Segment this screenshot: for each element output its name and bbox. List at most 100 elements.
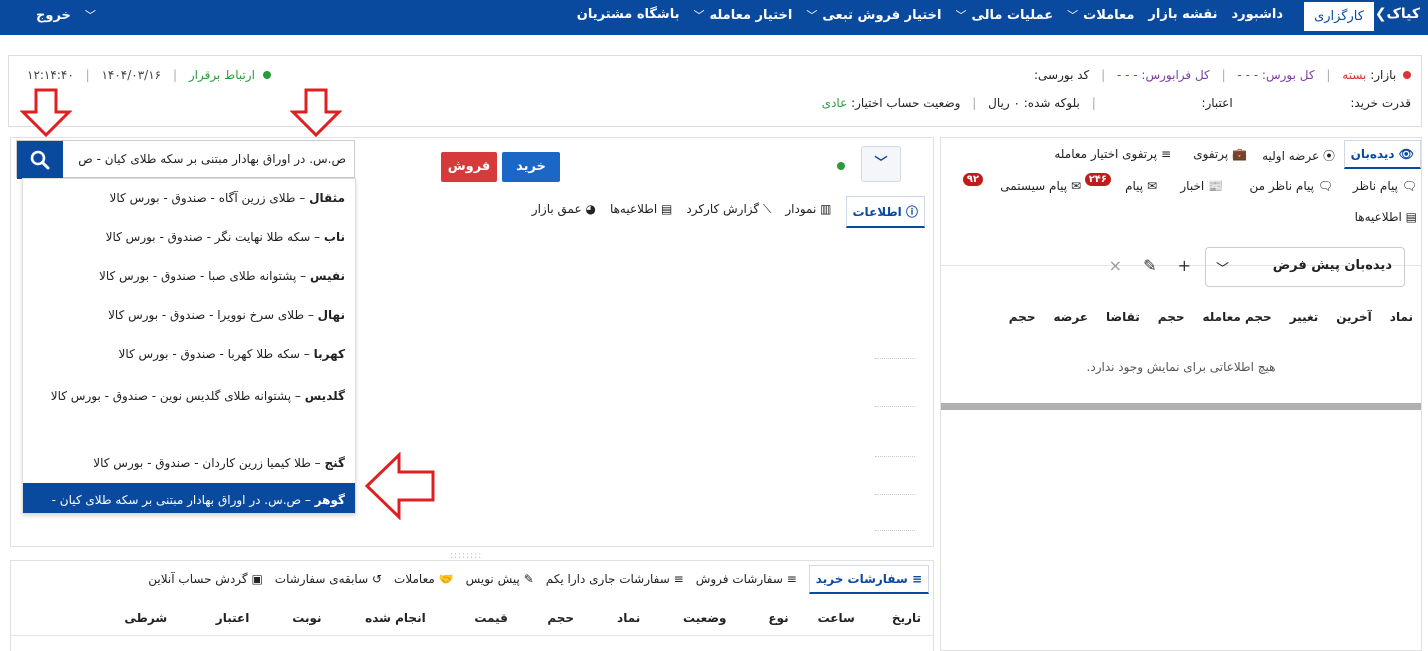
divider bbox=[11, 635, 933, 636]
col-ask[interactable]: عرضه bbox=[1053, 310, 1088, 324]
newspaper-icon: 📰 bbox=[1208, 179, 1223, 193]
system-badge: ۹۲ bbox=[962, 171, 983, 186]
horizontal-scrollbar[interactable] bbox=[941, 403, 1421, 410]
tab-trades-label: معاملات bbox=[394, 572, 435, 586]
tab-dara-orders-label: سفارشات جاری دارا یکم bbox=[545, 572, 670, 586]
col-price[interactable]: قیمت bbox=[430, 611, 508, 625]
eye-icon: 👁 bbox=[1398, 147, 1414, 161]
col-bid-volume[interactable]: حجم bbox=[1158, 310, 1185, 324]
tab-market-depth[interactable]: ◕ عمق بازار bbox=[532, 202, 596, 228]
market-value: بسته bbox=[1342, 68, 1367, 82]
search-result-item[interactable]: ناب – سکه طلا نهایت نگر - صندوق - بورس ک… bbox=[23, 218, 355, 257]
col-executed[interactable]: انجام شده bbox=[326, 611, 426, 625]
tab-order-history-label: سابقه‌ی سفارشات bbox=[274, 572, 369, 586]
tab-messages[interactable]: ✉ پیام bbox=[1125, 179, 1157, 193]
tab-dara-orders[interactable]: ≡ سفارشات جاری دارا یکم bbox=[546, 565, 684, 594]
search-result-item[interactable]: گنج – طلا کیمیا زرین کاردان - صندوق - بو… bbox=[23, 444, 355, 483]
exit-menu[interactable]: ﹀ خروج bbox=[36, 7, 96, 23]
nav-put-option[interactable]: اختیار فروش تبعی ﹀ bbox=[806, 7, 941, 23]
search-result-item[interactable]: نهال – طلای سرخ نوویرا - صندوق - بورس کا… bbox=[23, 296, 355, 335]
nav-club[interactable]: باشگاه مشتریان bbox=[577, 7, 680, 23]
tab-sell-orders[interactable]: ≡ سفارشات فروش bbox=[696, 565, 797, 594]
col-time[interactable]: ساعت bbox=[793, 611, 855, 625]
search-result-item[interactable]: گلدیس – پشتوانه طلای گلدیس نوین - صندوق … bbox=[23, 374, 355, 444]
tab-messages-label: پیام bbox=[1125, 179, 1144, 193]
orders-table-header: تاریخ ساعت نوع وضعیت نماد حجم قیمت انجام… bbox=[117, 611, 921, 625]
search-result-item-selected[interactable]: گوهر – ص.س. در اوراق بهادار مبتنی بر سکه… bbox=[23, 483, 355, 513]
tab-observer-messages[interactable]: 🗨 پیام ناظر من bbox=[1250, 179, 1333, 193]
tab-chart[interactable]: ▥ نمودار bbox=[785, 202, 831, 228]
col-validity[interactable]: اعتبار bbox=[171, 611, 250, 625]
nav-finance[interactable]: عملیات مالی ﹀ bbox=[955, 7, 1053, 23]
search-result-item[interactable]: نفیس – پشتوانه طلای صبا - صندوق - بورس ک… bbox=[23, 257, 355, 296]
col-ask-volume[interactable]: حجم bbox=[1009, 310, 1036, 324]
col-trade-volume[interactable]: حجم معامله bbox=[1203, 310, 1272, 324]
tab-observer-label: پیام ناظر bbox=[1352, 179, 1398, 193]
info-icon: ⓘ bbox=[905, 205, 918, 219]
list-icon: ≡ bbox=[673, 572, 684, 586]
tab-watchlist[interactable]: 👁 دیدەبان bbox=[1343, 140, 1421, 169]
col-date[interactable]: تاریخ bbox=[859, 611, 921, 625]
tab-info[interactable]: ⓘ اطلاعات bbox=[845, 196, 925, 228]
tab-trades[interactable]: 🤝 معاملات bbox=[394, 565, 454, 594]
tab-order-history[interactable]: ↺ سابقه‌ی سفارشات bbox=[275, 565, 382, 594]
chevron-down-icon: ﹀ bbox=[693, 9, 705, 22]
tab-portfolio[interactable]: 💼 پرتفوی bbox=[1193, 147, 1247, 161]
close-icon[interactable]: × bbox=[1109, 256, 1122, 275]
empty-message: هیچ اطلاعاتی برای نمایش وجود ندارد. bbox=[1086, 360, 1276, 374]
search-result-item[interactable]: مثقال – طلای زرین آگاه - صندوق - بورس کا… bbox=[23, 179, 355, 218]
tab-drafts[interactable]: ✎ پیش نویس bbox=[466, 565, 534, 594]
tab-performance[interactable]: ⟋ گزارش کارکرد bbox=[686, 202, 771, 228]
chevron-down-icon: ﹀ bbox=[1067, 9, 1079, 22]
col-volume[interactable]: حجم bbox=[512, 611, 574, 625]
tab-news[interactable]: 📰 اخبار bbox=[1180, 179, 1223, 193]
col-last[interactable]: آخرین bbox=[1336, 310, 1372, 324]
result-symbol: کهربا bbox=[313, 347, 345, 361]
search-results-dropdown: مثقال – طلای زرین آگاه - صندوق - بورس کا… bbox=[22, 178, 356, 514]
watchlist-table-header: نماد آخرین تغییر حجم معامله حجم تقاضا عر… bbox=[1009, 310, 1413, 324]
search-input[interactable] bbox=[63, 141, 354, 177]
tab-announcements[interactable]: ▤ اطلاعیه‌ها bbox=[1355, 210, 1417, 224]
tab-brokerage[interactable]: کارگزاری bbox=[1304, 2, 1374, 31]
col-bid[interactable]: تقاضا bbox=[1106, 310, 1140, 324]
brand-logo[interactable]: کیاک❯ bbox=[1375, 6, 1420, 22]
col-conditional[interactable]: شرطی bbox=[117, 611, 167, 625]
tab-drafts-label: پیش نویس bbox=[465, 572, 520, 586]
arrow-down-icon bbox=[290, 88, 342, 138]
buy-button[interactable]: خرید bbox=[502, 152, 560, 182]
pencil-icon[interactable]: ✎ bbox=[1143, 256, 1156, 275]
plus-icon[interactable]: + bbox=[1178, 256, 1191, 275]
nav-trades[interactable]: معاملات ﹀ bbox=[1067, 7, 1134, 23]
tab-observer[interactable]: 🗨 پیام ناظر bbox=[1353, 179, 1417, 193]
col-change[interactable]: تغییر bbox=[1290, 310, 1319, 324]
col-queue[interactable]: نوبت bbox=[254, 611, 321, 625]
result-desc: – طلا کیمیا زرین کاردان - صندوق - بورس ک… bbox=[93, 456, 325, 470]
result-symbol: گنج bbox=[324, 456, 345, 470]
col-symbol[interactable]: نماد bbox=[578, 611, 640, 625]
search-button[interactable] bbox=[17, 141, 63, 179]
tab-market-depth-label: عمق بازار bbox=[531, 202, 582, 216]
collapse-toggle-button[interactable]: ﹀ bbox=[861, 146, 901, 182]
col-status[interactable]: وضعیت bbox=[644, 611, 726, 625]
sell-button[interactable]: فروش bbox=[441, 152, 497, 182]
tab-option-portfolio[interactable]: ≡ پرتفوی اختیار معامله bbox=[1054, 147, 1171, 161]
watchlist-panel: 👁 دیدەبان ⦿ عرضه اولیه 💼 پرتفوی ≡ پرتفوی… bbox=[940, 137, 1422, 651]
nav-dashboard[interactable]: داشبورد bbox=[1231, 7, 1283, 23]
chevron-down-icon: ﹀ bbox=[1216, 262, 1230, 277]
tab-system-messages[interactable]: ✉ پیام سیستمی bbox=[1000, 179, 1081, 193]
result-desc: – طلای سرخ نوویرا - صندوق - بورس کالا bbox=[108, 308, 318, 322]
tab-news-label: اخبار bbox=[1180, 179, 1205, 193]
tab-buy-orders[interactable]: ≡ سفارشات خرید bbox=[808, 565, 929, 594]
nav-options[interactable]: اختیار معامله ﹀ bbox=[693, 7, 792, 23]
col-type[interactable]: نوع bbox=[731, 611, 788, 625]
tab-announcements[interactable]: ▤ اطلاعیه‌ها bbox=[610, 202, 672, 228]
tab-account-turnover[interactable]: ▣ گردش حساب آنلاین bbox=[148, 565, 263, 594]
watchlist-select[interactable]: دیدەبان پیش فرض ﹀ bbox=[1205, 247, 1405, 287]
tab-ipo[interactable]: ⦿ عرضه اولیه bbox=[1262, 147, 1335, 164]
tab-observer-messages-label: پیام ناظر من bbox=[1249, 179, 1314, 193]
col-symbol[interactable]: نماد bbox=[1390, 310, 1413, 324]
tab-buy-orders-label: سفارشات خرید bbox=[815, 572, 908, 586]
search-result-item[interactable]: کهربا – سکه طلا کهربا - صندوق - بورس کال… bbox=[23, 335, 355, 374]
nav-market-map[interactable]: نقشه بازار bbox=[1148, 7, 1217, 23]
history-icon: ↺ bbox=[371, 572, 383, 586]
